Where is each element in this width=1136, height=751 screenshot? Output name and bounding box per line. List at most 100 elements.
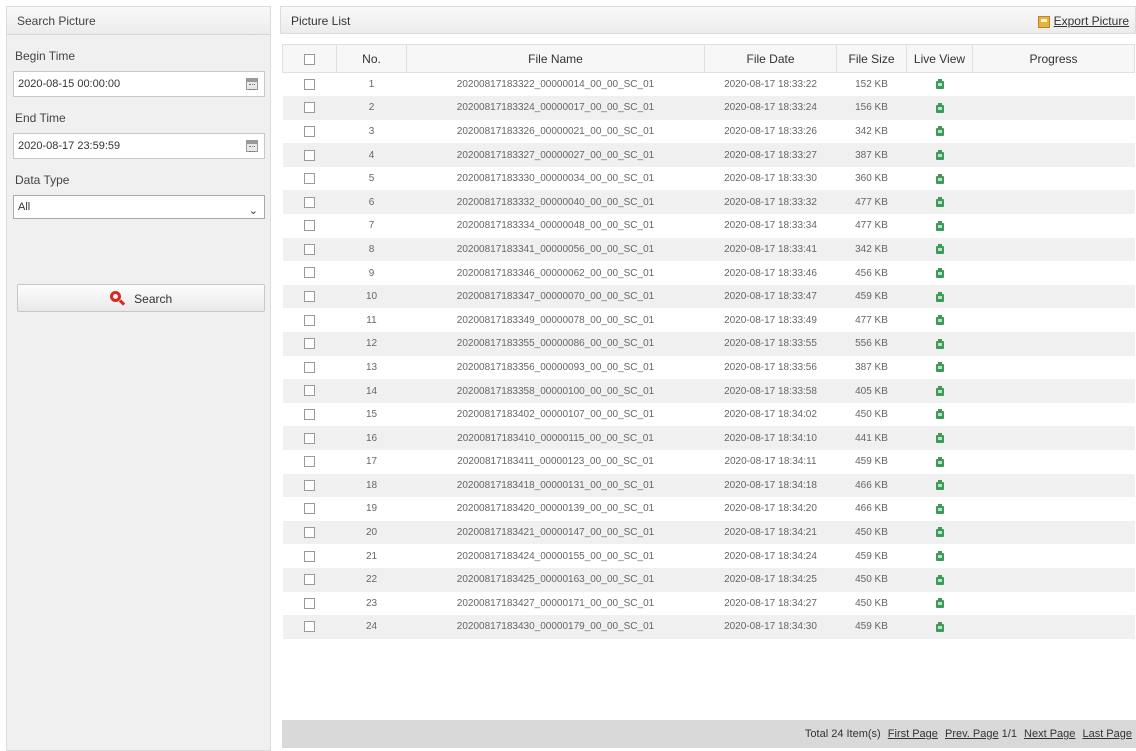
row-select-cell[interactable] [282,567,337,592]
column-header-live-view[interactable]: Live View [906,44,973,73]
row-live-view-cell[interactable] [906,544,973,568]
row-live-view-cell[interactable] [906,119,973,144]
row-checkbox[interactable] [304,291,315,303]
row-select-cell[interactable] [282,190,337,215]
row-checkbox[interactable] [304,338,315,350]
table-row[interactable]: 15 20200817183402_00000107_00_00_SC_01 202… [282,402,1135,427]
live-view-camera-icon[interactable] [935,149,944,160]
row-select-cell[interactable] [282,237,337,262]
row-checkbox[interactable] [304,527,315,538]
live-view-camera-icon[interactable] [935,291,944,302]
live-view-camera-icon[interactable] [935,173,944,184]
live-view-camera-icon[interactable] [935,79,944,90]
prev-page-link[interactable]: Prev. Page [945,728,999,740]
row-select-cell[interactable] [282,96,337,120]
row-live-view-cell[interactable] [906,332,973,356]
live-view-camera-icon[interactable] [935,621,944,632]
row-live-view-cell[interactable] [906,615,973,639]
table-row[interactable]: 1 20200817183322_00000014_00_00_SC_01 2020… [282,72,1135,97]
row-live-view-cell[interactable] [906,214,973,238]
row-select-cell[interactable] [282,544,337,568]
end-time-input[interactable] [14,134,234,158]
row-checkbox[interactable] [304,125,315,137]
end-time-field[interactable] [13,133,265,159]
row-checkbox[interactable] [304,503,315,515]
row-live-view-cell[interactable] [906,284,973,309]
table-row[interactable]: 7 20200817183334_00000048_00_00_SC_01 2020… [282,214,1135,238]
table-row[interactable]: 14 20200817183358_00000100_00_00_SC_01 202… [282,379,1135,403]
row-select-cell[interactable] [282,520,337,545]
row-select-cell[interactable] [282,119,337,144]
row-checkbox[interactable] [304,597,315,609]
row-select-cell[interactable] [282,143,337,167]
live-view-camera-icon[interactable] [935,362,944,373]
calendar-icon[interactable] [246,140,258,152]
export-picture-link[interactable]: Export Picture [1037,7,1129,35]
live-view-camera-icon[interactable] [935,102,944,113]
row-checkbox[interactable] [304,432,315,444]
row-live-view-cell[interactable] [906,261,973,285]
table-row[interactable]: 12 20200817183355_00000086_00_00_SC_01 202… [282,332,1135,356]
first-page-link[interactable]: First Page [888,728,938,740]
row-checkbox[interactable] [304,220,315,232]
row-select-cell[interactable] [282,166,337,191]
row-checkbox[interactable] [304,78,315,90]
row-select-cell[interactable] [282,497,337,521]
row-checkbox[interactable] [304,361,315,373]
live-view-camera-icon[interactable] [935,456,944,467]
row-select-cell[interactable] [282,591,337,616]
live-view-camera-icon[interactable] [935,126,944,137]
row-live-view-cell[interactable] [906,402,973,427]
row-select-cell[interactable] [282,615,337,639]
table-row[interactable]: 8 20200817183341_00000056_00_00_SC_01 2020… [282,237,1135,262]
live-view-camera-icon[interactable] [935,598,944,609]
row-checkbox[interactable] [304,243,315,255]
live-view-camera-icon[interactable] [935,267,944,278]
row-checkbox[interactable] [304,621,315,633]
calendar-icon[interactable] [246,78,258,90]
row-checkbox[interactable] [304,409,315,421]
table-row[interactable]: 22 20200817183425_00000163_00_00_SC_01 202… [282,567,1135,592]
live-view-camera-icon[interactable] [935,574,944,585]
table-row[interactable]: 9 20200817183346_00000062_00_00_SC_01 2020… [282,261,1135,285]
live-view-camera-icon[interactable] [935,503,944,514]
row-live-view-cell[interactable] [906,497,973,521]
row-live-view-cell[interactable] [906,520,973,545]
row-live-view-cell[interactable] [906,237,973,262]
row-checkbox[interactable] [304,267,315,279]
next-page-link[interactable]: Next Page [1024,728,1075,740]
table-row[interactable]: 19 20200817183420_00000139_00_00_SC_01 202… [282,497,1135,521]
row-checkbox[interactable] [304,456,315,468]
row-select-cell[interactable] [282,261,337,285]
row-live-view-cell[interactable] [906,166,973,191]
live-view-camera-icon[interactable] [935,551,944,562]
row-live-view-cell[interactable] [906,567,973,592]
row-select-cell[interactable] [282,214,337,238]
column-header-file-name[interactable]: File Name [406,44,705,73]
select-all-header[interactable] [282,44,337,73]
row-select-cell[interactable] [282,308,337,333]
row-checkbox[interactable] [304,196,315,208]
last-page-link[interactable]: Last Page [1082,728,1132,740]
live-view-camera-icon[interactable] [935,433,944,444]
table-row[interactable]: 24 20200817183430_00000179_00_00_SC_01 202… [282,615,1135,639]
row-select-cell[interactable] [282,473,337,498]
table-row[interactable]: 4 20200817183327_00000027_00_00_SC_01 2020… [282,143,1135,167]
column-header-file-date[interactable]: File Date [704,44,837,73]
table-row[interactable]: 16 20200817183410_00000115_00_00_SC_01 202… [282,426,1135,450]
row-checkbox[interactable] [304,173,315,185]
live-view-camera-icon[interactable] [935,244,944,255]
live-view-camera-icon[interactable] [935,315,944,326]
live-view-camera-icon[interactable] [935,220,944,231]
table-row[interactable]: 3 20200817183326_00000021_00_00_SC_01 2020… [282,119,1135,144]
row-live-view-cell[interactable] [906,473,973,498]
row-checkbox[interactable] [304,102,315,114]
live-view-camera-icon[interactable] [935,480,944,491]
row-live-view-cell[interactable] [906,355,973,380]
row-checkbox[interactable] [304,314,315,326]
row-live-view-cell[interactable] [906,450,973,474]
select-all-checkbox[interactable] [304,53,315,65]
row-select-cell[interactable] [282,426,337,450]
live-view-camera-icon[interactable] [935,338,944,349]
table-row[interactable]: 23 20200817183427_00000171_00_00_SC_01 202… [282,591,1135,616]
